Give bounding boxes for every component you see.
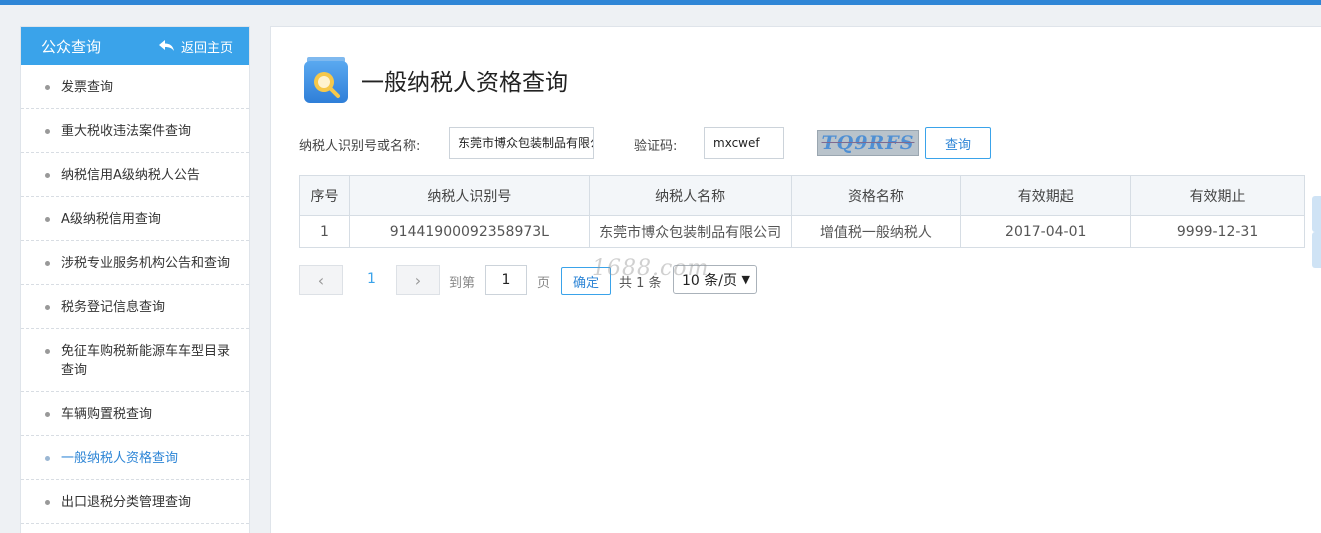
bullet-dot — [45, 85, 50, 90]
captcha-image[interactable]: TQ9RFS — [817, 130, 919, 156]
sidebar-item-label: 涉税专业服务机构公告和查询 — [61, 256, 231, 271]
taxpayer-input[interactable]: 东莞市博众包装制品有限公司 — [449, 127, 594, 159]
bullet-dot — [45, 412, 50, 417]
sidebar-item-a-credit-announcement[interactable]: 纳税信用A级纳税人公告 — [21, 153, 249, 197]
bullet-dot — [45, 129, 50, 134]
table-cell: 东莞市博众包装制品有限公司 — [588, 215, 792, 248]
sidebar-item-new-energy-vehicles[interactable]: 免征车购税新能源车车型目录查询 — [21, 329, 249, 392]
chevron-right-icon: › — [414, 270, 422, 290]
watermark-text: 1688.com — [592, 256, 710, 281]
sidebar-item-label: A级纳税信用查询 — [61, 212, 161, 227]
column-header: 有效期止 — [1130, 175, 1305, 216]
page-header: 一般纳税人资格查询 — [303, 57, 568, 103]
sidebar-item-export-rebate[interactable]: 出口退税分类管理查询 — [21, 480, 249, 524]
captcha-label: 验证码: — [634, 139, 678, 154]
chevron-down-icon: ▼ — [741, 273, 750, 286]
column-header: 资格名称 — [790, 175, 962, 216]
reply-arrow-icon — [158, 40, 174, 51]
captcha-input[interactable]: mxcwef — [704, 127, 784, 159]
table-cell: 91441900092358973L — [348, 215, 590, 248]
table-cell: 2017-04-01 — [960, 215, 1132, 248]
bullet-dot — [45, 500, 50, 505]
goto-label: 到第 — [449, 276, 476, 291]
table-cell: 增值税一般纳税人 — [790, 215, 962, 248]
table-row: 1 91441900092358973L 东莞市博众包装制品有限公司 增值税一般… — [299, 215, 1305, 248]
sidebar-header: 公众查询 返回主页 — [21, 27, 249, 65]
bullet-dot — [45, 261, 50, 266]
sidebar-item-general-taxpayer[interactable]: 一般纳税人资格查询 — [21, 436, 249, 480]
sidebar-item-label: 车辆购置税查询 — [61, 407, 153, 422]
floating-side-tab[interactable] — [1312, 232, 1321, 268]
sidebar-item-tax-registration[interactable]: 税务登记信息查询 — [21, 285, 249, 329]
table-header-row: 序号 纳税人识别号 纳税人名称 资格名称 有效期起 有效期止 — [299, 175, 1305, 216]
column-header: 纳税人名称 — [588, 175, 792, 216]
sidebar-item-label: 出口退税分类管理查询 — [61, 495, 192, 510]
sidebar-item-label: 纳税信用A级纳税人公告 — [61, 168, 200, 183]
sidebar-item-label: 税务登记信息查询 — [61, 300, 166, 315]
back-home-link[interactable]: 返回主页 — [158, 37, 233, 56]
next-page-button[interactable]: › — [396, 265, 440, 295]
sidebar: 公众查询 返回主页 发票查询 重大税收违法案件查询 纳税信用A级纳税人公告 A级… — [20, 26, 250, 533]
floating-side-tab[interactable] — [1312, 196, 1321, 232]
bullet-dot — [45, 456, 50, 461]
sidebar-item-label: 一般纳税人资格查询 — [61, 451, 179, 466]
column-header: 纳税人识别号 — [348, 175, 590, 216]
bullet-dot — [45, 305, 50, 310]
sidebar-item-label: 发票查询 — [61, 80, 114, 95]
table-cell: 1 — [299, 215, 350, 248]
search-form: 纳税人识别号或名称: 东莞市博众包装制品有限公司 验证码: mxcwef TQ9… — [299, 127, 1299, 159]
column-header: 序号 — [299, 175, 350, 216]
sidebar-item-a-credit-query[interactable]: A级纳税信用查询 — [21, 197, 249, 241]
sidebar-item-label: 重大税收违法案件查询 — [61, 124, 192, 139]
sidebar-title: 公众查询 — [41, 37, 102, 56]
query-button[interactable]: 查询 — [925, 127, 991, 159]
sidebar-item-invoice-query[interactable]: 发票查询 — [21, 65, 249, 109]
column-header: 有效期起 — [960, 175, 1132, 216]
main-panel: 一般纳税人资格查询 纳税人识别号或名称: 东莞市博众包装制品有限公司 验证码: … — [270, 26, 1321, 533]
back-home-label: 返回主页 — [180, 40, 233, 56]
chevron-left-icon: ‹ — [317, 270, 325, 290]
page-unit-label: 页 — [537, 276, 551, 291]
prev-page-button[interactable]: ‹ — [299, 265, 343, 295]
sidebar-item-label: 免征车购税新能源车车型目录查询 — [61, 344, 231, 378]
table-cell: 9999-12-31 — [1130, 215, 1305, 248]
page-number-current[interactable]: 1 — [367, 271, 376, 287]
search-document-icon — [304, 57, 348, 103]
page-title: 一般纳税人资格查询 — [361, 70, 568, 96]
pagination: ‹ 1 › 到第 页 确定 共 1 条 10 条/页 ▼ — [299, 265, 819, 295]
result-table: 序号 纳税人识别号 纳税人名称 资格名称 有效期起 有效期止 1 9144190… — [299, 175, 1305, 248]
sidebar-item-major-tax-violation[interactable]: 重大税收违法案件查询 — [21, 109, 249, 153]
goto-page-input[interactable] — [485, 265, 527, 295]
bullet-dot — [45, 173, 50, 178]
bullet-dot — [45, 349, 50, 354]
sidebar-item-vehicle-purchase-tax[interactable]: 车辆购置税查询 — [21, 392, 249, 436]
taxpayer-label: 纳税人识别号或名称: — [299, 139, 421, 154]
top-accent-bar — [0, 0, 1321, 5]
sidebar-item-tax-service-agencies[interactable]: 涉税专业服务机构公告和查询 — [21, 241, 249, 285]
bullet-dot — [45, 217, 50, 222]
